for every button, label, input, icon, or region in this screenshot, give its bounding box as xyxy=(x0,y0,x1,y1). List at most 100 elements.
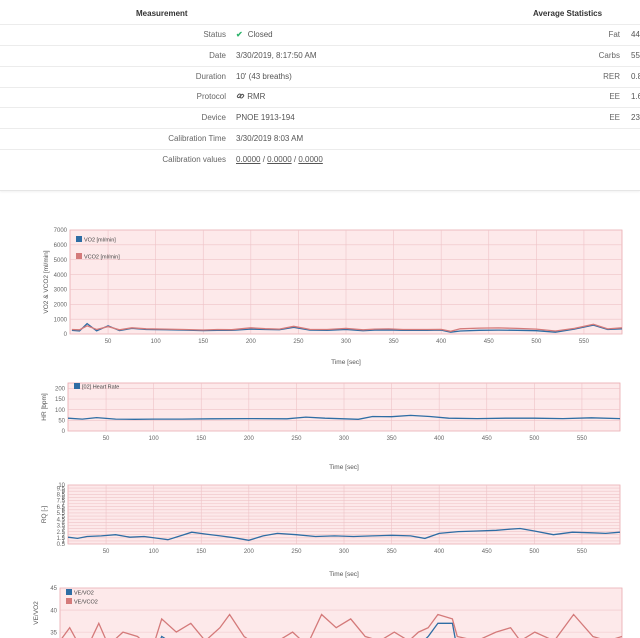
x-tick-label: 150 xyxy=(196,549,207,555)
x-tick-label: 200 xyxy=(246,339,257,345)
x-tick-label: 100 xyxy=(149,436,160,442)
x-tick-label: 350 xyxy=(387,436,398,442)
rq-chart: 0.511.522.533.544.555.566.577.588.599.51… xyxy=(41,483,621,578)
legend-label: VE/VCO2 xyxy=(74,600,98,606)
heart-rate-chart: 0 50 100 150 200 50 100 150 200 250 300 350 400 450 50… xyxy=(41,382,621,471)
y-tick-label: 40 xyxy=(50,608,57,614)
divider xyxy=(0,107,640,108)
x-tick-label: 300 xyxy=(339,436,350,442)
x-tick-label: 350 xyxy=(389,339,400,345)
y-axis-title: VE/VO2 xyxy=(33,601,40,625)
x-tick-label: 100 xyxy=(149,549,160,555)
measurement-summary-panel: Measurement Average Statistics Status ✔ C… xyxy=(0,0,640,191)
x-tick-label: 250 xyxy=(291,549,302,555)
x-tick-label: 300 xyxy=(341,339,352,345)
y-tick-label: 3000 xyxy=(54,288,68,294)
legend-swatch xyxy=(66,598,72,604)
x-tick-label: 100 xyxy=(151,339,162,345)
legend-label: VO2 [ml/min] xyxy=(84,238,116,244)
average-statistics-header: Average Statistics xyxy=(533,9,603,18)
x-tick-label: 150 xyxy=(198,339,209,345)
x-tick-label: 50 xyxy=(103,549,110,555)
x-axis-title: Time [sec] xyxy=(329,571,359,578)
x-tick-label: 350 xyxy=(387,549,398,555)
y-tick-label: 35 xyxy=(50,630,57,636)
stat-ee-2-value: 23 xyxy=(631,113,640,122)
x-tick-label: 550 xyxy=(577,549,588,555)
x-tick-label: 500 xyxy=(529,549,540,555)
legend-swatch xyxy=(76,253,82,259)
y-tick-label: 100 xyxy=(55,408,66,414)
legend-label: VCO2 [ml/min] xyxy=(84,255,120,261)
y-tick-label: 0 xyxy=(62,429,66,435)
legend-label: [02] Heart Rate xyxy=(82,385,119,391)
y-axis-title: VO2 & VCO2 [ml/min] xyxy=(43,250,50,313)
x-tick-label: 450 xyxy=(482,436,493,442)
x-tick-label: 400 xyxy=(434,549,445,555)
y-tick-label: 6000 xyxy=(54,243,68,249)
x-tick-label: 400 xyxy=(436,339,447,345)
x-tick-label: 500 xyxy=(531,339,542,345)
x-tick-label: 300 xyxy=(339,549,350,555)
x-tick-label: 200 xyxy=(244,549,255,555)
y-tick-label: 4000 xyxy=(54,273,68,279)
y-axis-title: HR [bpm] xyxy=(41,393,48,421)
stat-rer-label: RER xyxy=(603,72,620,81)
y-tick-label: 10 xyxy=(58,483,65,489)
divider xyxy=(0,128,640,129)
stat-carbs-label: Carbs xyxy=(598,51,620,60)
stat-ee-value: 1.6 xyxy=(631,92,640,101)
x-tick-label: 550 xyxy=(577,436,588,442)
ve-ratio-chart: 35 40 45 VE/VO2 VE/VO2 VE/VCO2 xyxy=(33,586,623,638)
separator: / xyxy=(293,155,297,164)
y-tick-label: 7000 xyxy=(54,228,68,234)
stat-ee-2-label: EE xyxy=(609,113,620,122)
vo2-vco2-chart: 0 1000 2000 3000 4000 5000 6000 7000 50 100 150 200… xyxy=(43,228,623,366)
stat-rer-value: 0.8 xyxy=(631,72,640,81)
x-tick-label: 250 xyxy=(291,436,302,442)
y-tick-label: 0 xyxy=(64,332,68,338)
y-tick-label: 200 xyxy=(55,387,66,393)
y-tick-label: 2000 xyxy=(54,302,68,308)
x-tick-label: 450 xyxy=(484,339,495,345)
x-tick-label: 150 xyxy=(196,436,207,442)
calibration-value-3-link[interactable]: 0.0000 xyxy=(298,155,322,164)
divider xyxy=(0,24,640,25)
y-tick-label: 1000 xyxy=(54,317,68,323)
calibration-value-1-link[interactable]: 0.0000 xyxy=(236,155,260,164)
x-tick-label: 400 xyxy=(434,436,445,442)
y-tick-label: 5000 xyxy=(54,258,68,264)
calibration-values-label: Calibration values xyxy=(162,155,226,164)
x-tick-label: 550 xyxy=(579,339,590,345)
x-tick-label: 50 xyxy=(105,339,112,345)
y-tick-label: 45 xyxy=(50,586,57,592)
x-tick-label: 200 xyxy=(244,436,255,442)
x-tick-label: 500 xyxy=(529,436,540,442)
divider xyxy=(0,149,640,150)
y-tick-label: 50 xyxy=(58,419,65,425)
measurement-header: Measurement xyxy=(136,9,188,18)
calibration-values: 0.0000 / 0.0000 / 0.0000 xyxy=(236,155,323,164)
divider xyxy=(0,87,640,88)
stat-ee-label: EE xyxy=(609,92,620,101)
stat-carbs-value: 55 xyxy=(631,51,640,60)
legend-swatch xyxy=(76,236,82,242)
calibration-time-label: Calibration Time xyxy=(168,134,226,143)
separator: / xyxy=(262,155,265,164)
stat-fat-value: 44 xyxy=(631,30,640,39)
calibration-value-2-link[interactable]: 0.0000 xyxy=(267,155,291,164)
plot-area xyxy=(59,587,623,638)
x-axis-title: Time [sec] xyxy=(329,464,359,471)
calibration-time-value: 3/30/2019 8:03 AM xyxy=(236,134,304,143)
divider xyxy=(0,45,640,46)
x-axis-title: Time [sec] xyxy=(331,359,361,366)
y-tick-label: 150 xyxy=(55,397,66,403)
legend-label: VE/VO2 xyxy=(74,591,94,597)
legend-swatch xyxy=(74,383,80,389)
stat-fat-label: Fat xyxy=(608,30,620,39)
x-tick-label: 450 xyxy=(482,549,493,555)
divider xyxy=(0,66,640,67)
legend-swatch xyxy=(66,589,72,595)
y-axis-title: RQ [-] xyxy=(41,506,48,524)
x-tick-label: 250 xyxy=(293,339,304,345)
